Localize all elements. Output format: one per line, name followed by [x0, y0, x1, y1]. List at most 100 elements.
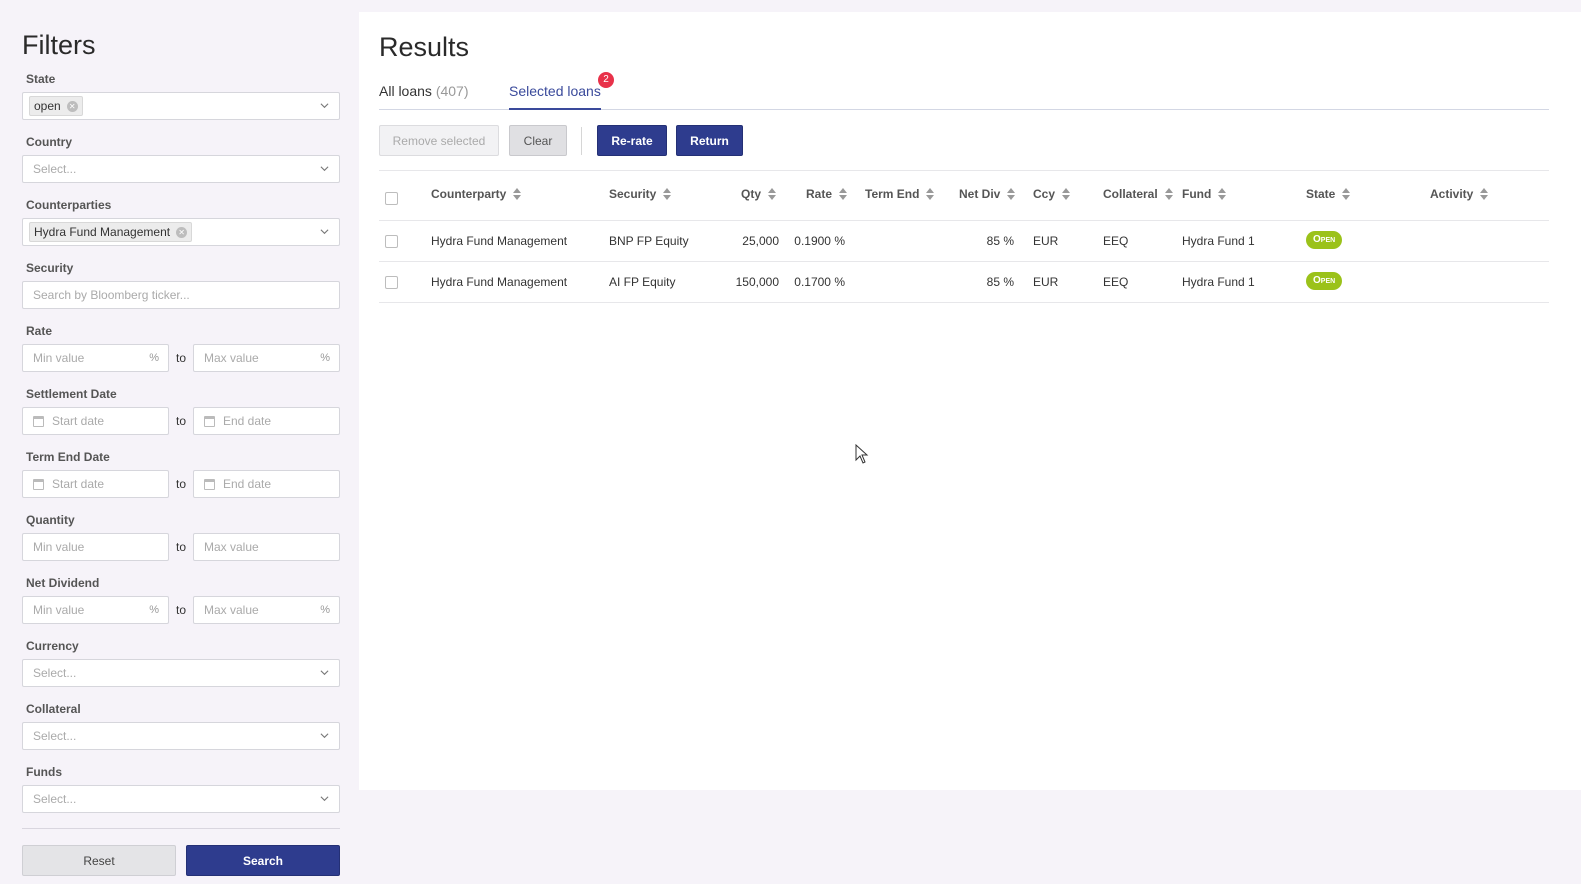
col-fund[interactable]: Fund [1182, 187, 1227, 201]
term-end-date-label: Term End Date [26, 450, 110, 464]
net-dividend-filter: Net Dividend Min value% to Max value% [22, 576, 340, 624]
remove-selected-button[interactable]: Remove selected [379, 125, 499, 156]
col-term-end[interactable]: Term End [865, 187, 935, 201]
security-label: Security [26, 261, 74, 275]
settlement-end-input[interactable]: End date [193, 407, 340, 435]
collateral-select[interactable]: Select... [22, 722, 340, 750]
sort-icon[interactable] [1480, 188, 1489, 200]
sort-icon[interactable] [839, 188, 848, 200]
tab-selected-loans-label: Selected loans [509, 83, 601, 99]
cell-net-div: 85 % [986, 234, 1014, 248]
net-dividend-min-input[interactable]: Min value% [22, 596, 169, 624]
rerate-button[interactable]: Re-rate [597, 125, 667, 156]
currency-select[interactable]: Select... [22, 659, 340, 687]
col-security[interactable]: Security [609, 187, 672, 201]
sort-icon[interactable] [1218, 188, 1227, 200]
rate-min-input[interactable]: Min value% [22, 344, 169, 372]
results-tabs: All loans (407) Selected loans 2 [379, 72, 1549, 110]
col-state[interactable]: State [1306, 187, 1351, 201]
col-activity[interactable]: Activity [1430, 187, 1489, 201]
sort-icon[interactable] [1007, 188, 1016, 200]
quantity-min-input[interactable]: Min value [22, 533, 169, 561]
net-dividend-max-placeholder: Max value [204, 603, 259, 617]
remove-tag-icon[interactable]: ✕ [66, 100, 78, 112]
state-tag: open ✕ [29, 96, 83, 116]
counterparties-label: Counterparties [26, 198, 112, 212]
calendar-icon [204, 415, 215, 427]
cell-fund: Hydra Fund 1 [1182, 234, 1255, 248]
sort-icon[interactable] [1164, 188, 1174, 200]
funds-select[interactable]: Select... [22, 785, 340, 813]
table-row[interactable]: Hydra Fund Management AI FP Equity 150,0… [379, 262, 1549, 303]
state-filter: State open ✕ [22, 72, 340, 120]
col-net-div[interactable]: Net Div [959, 187, 1016, 201]
state-badge: Open [1306, 272, 1343, 290]
country-filter: Country Select... [22, 135, 340, 183]
to-label: to [175, 477, 186, 491]
security-search-input[interactable]: Search by Bloomberg ticker... [22, 281, 340, 309]
col-qty[interactable]: Qty [741, 187, 777, 201]
term-end-start-input[interactable]: Start date [22, 470, 169, 498]
state-select[interactable]: open ✕ [22, 92, 340, 120]
country-label: Country [26, 135, 72, 149]
sort-icon[interactable] [1062, 188, 1071, 200]
sort-icon[interactable] [1342, 188, 1351, 200]
table-header: Counterparty Security Qty Rate Term End … [379, 174, 1549, 221]
table-row[interactable]: Hydra Fund Management BNP FP Equity 25,0… [379, 221, 1549, 262]
row-checkbox[interactable] [385, 276, 398, 289]
net-dividend-min-placeholder: Min value [33, 603, 85, 617]
return-button[interactable]: Return [676, 125, 743, 156]
col-rate[interactable]: Rate [806, 187, 848, 201]
remove-tag-icon[interactable]: ✕ [176, 226, 188, 238]
calendar-icon [33, 478, 44, 490]
chevron-down-icon[interactable] [320, 164, 329, 173]
state-badge: Open [1306, 231, 1343, 249]
col-ccy[interactable]: Ccy [1033, 187, 1071, 201]
toolbar-divider [581, 127, 582, 155]
row-checkbox[interactable] [385, 235, 398, 248]
sort-icon[interactable] [926, 188, 935, 200]
col-counterparty[interactable]: Counterparty [431, 187, 522, 201]
collateral-filter: Collateral Select... [22, 702, 340, 750]
tab-all-loans[interactable]: All loans (407) [379, 83, 469, 110]
clear-button[interactable]: Clear [509, 125, 567, 156]
rate-filter: Rate Min value% to Max value% [22, 324, 340, 372]
net-dividend-max-input[interactable]: Max value% [193, 596, 340, 624]
search-button[interactable]: Search [186, 845, 340, 876]
rate-max-input[interactable]: Max value% [193, 344, 340, 372]
tab-all-loans-count: (407) [435, 83, 469, 99]
percent-suffix: % [320, 604, 330, 616]
chevron-down-icon[interactable] [320, 227, 329, 236]
tab-selected-loans[interactable]: Selected loans [509, 83, 601, 110]
mouse-cursor-icon [855, 444, 869, 464]
sort-icon[interactable] [513, 188, 522, 200]
col-collateral-label: Collateral [1103, 187, 1158, 201]
collateral-placeholder: Select... [33, 729, 77, 743]
country-select[interactable]: Select... [22, 155, 340, 183]
chevron-down-icon[interactable] [320, 668, 329, 677]
rate-min-placeholder: Min value [33, 351, 85, 365]
sidebar-divider [22, 828, 340, 829]
counterparties-select[interactable]: Hydra Fund Management ✕ [22, 218, 340, 246]
select-all-checkbox[interactable] [385, 192, 398, 205]
reset-button[interactable]: Reset [22, 845, 176, 876]
percent-suffix: % [320, 352, 330, 364]
term-end-end-placeholder: End date [223, 477, 272, 491]
chevron-down-icon[interactable] [320, 794, 329, 803]
counterparties-filter: Counterparties Hydra Fund Management ✕ [22, 198, 340, 246]
cell-rate: 0.1900 % [794, 234, 845, 248]
col-fund-label: Fund [1182, 187, 1212, 201]
quantity-max-input[interactable]: Max value [193, 533, 340, 561]
cell-collateral: EEQ [1103, 234, 1129, 248]
chevron-down-icon[interactable] [320, 101, 329, 110]
settlement-start-input[interactable]: Start date [22, 407, 169, 435]
cell-qty: 25,000 [742, 234, 779, 248]
state-tag-text: open [34, 99, 61, 113]
sort-icon[interactable] [663, 188, 672, 200]
term-end-end-input[interactable]: End date [193, 470, 340, 498]
currency-placeholder: Select... [33, 666, 77, 680]
sort-icon[interactable] [768, 188, 777, 200]
chevron-down-icon[interactable] [320, 731, 329, 740]
col-collateral[interactable]: Collateral [1103, 187, 1174, 201]
percent-suffix: % [149, 604, 159, 616]
